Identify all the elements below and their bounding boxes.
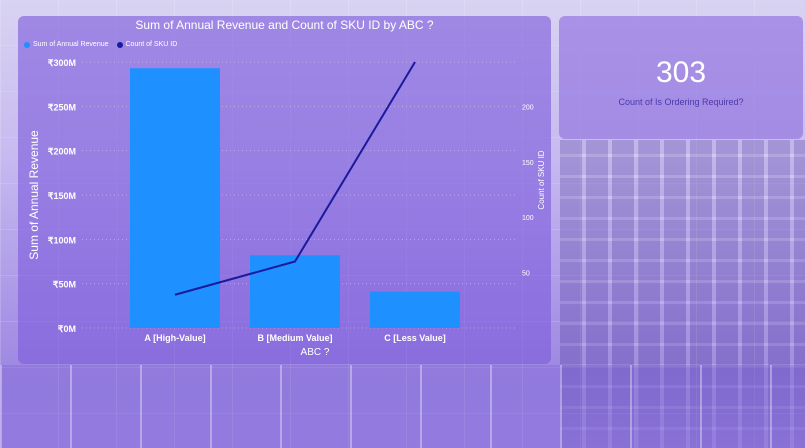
y-tick-label: ₹100M — [48, 235, 76, 245]
x-tick-label: C [Less Value] — [384, 333, 446, 343]
y2-tick-label: 100 — [522, 215, 534, 222]
chart-plot[interactable]: ₹0M ₹50M ₹100M ₹150M ₹200M ₹250M ₹300M 50 100 150… — [18, 16, 551, 364]
combo-chart-card[interactable]: Sum of Annual Revenue and Count of SKU I… — [18, 16, 551, 364]
y-axis-title: Sum of Annual Revenue — [27, 130, 41, 260]
y-tick-label: ₹150M — [48, 191, 76, 201]
bar-revenue — [250, 255, 340, 328]
x-axis-title: ABC ? — [301, 347, 330, 358]
y-tick-label: ₹200M — [48, 147, 76, 157]
y-tick-label: ₹50M — [53, 280, 76, 290]
y2-tick-label: 150 — [522, 160, 534, 167]
bar-revenue — [370, 291, 460, 328]
y2-axis-title: Count of SKU ID — [537, 150, 546, 209]
kpi-card[interactable]: 303 Count of Is Ordering Required? — [559, 16, 803, 139]
y2-tick-label: 200 — [522, 104, 534, 111]
x-tick-label: A [High-Value] — [144, 333, 205, 343]
y-tick-label: ₹250M — [48, 102, 76, 112]
y2-tick-label: 50 — [522, 271, 530, 278]
y-tick-label: ₹0M — [58, 324, 76, 334]
background-floor — [0, 365, 805, 448]
kpi-label: Count of Is Ordering Required? — [618, 97, 744, 107]
y-tick-label: ₹300M — [48, 58, 76, 68]
bar-revenue — [130, 68, 220, 328]
kpi-value: 303 — [655, 56, 707, 89]
x-tick-label: B [Medium Value] — [257, 333, 332, 343]
